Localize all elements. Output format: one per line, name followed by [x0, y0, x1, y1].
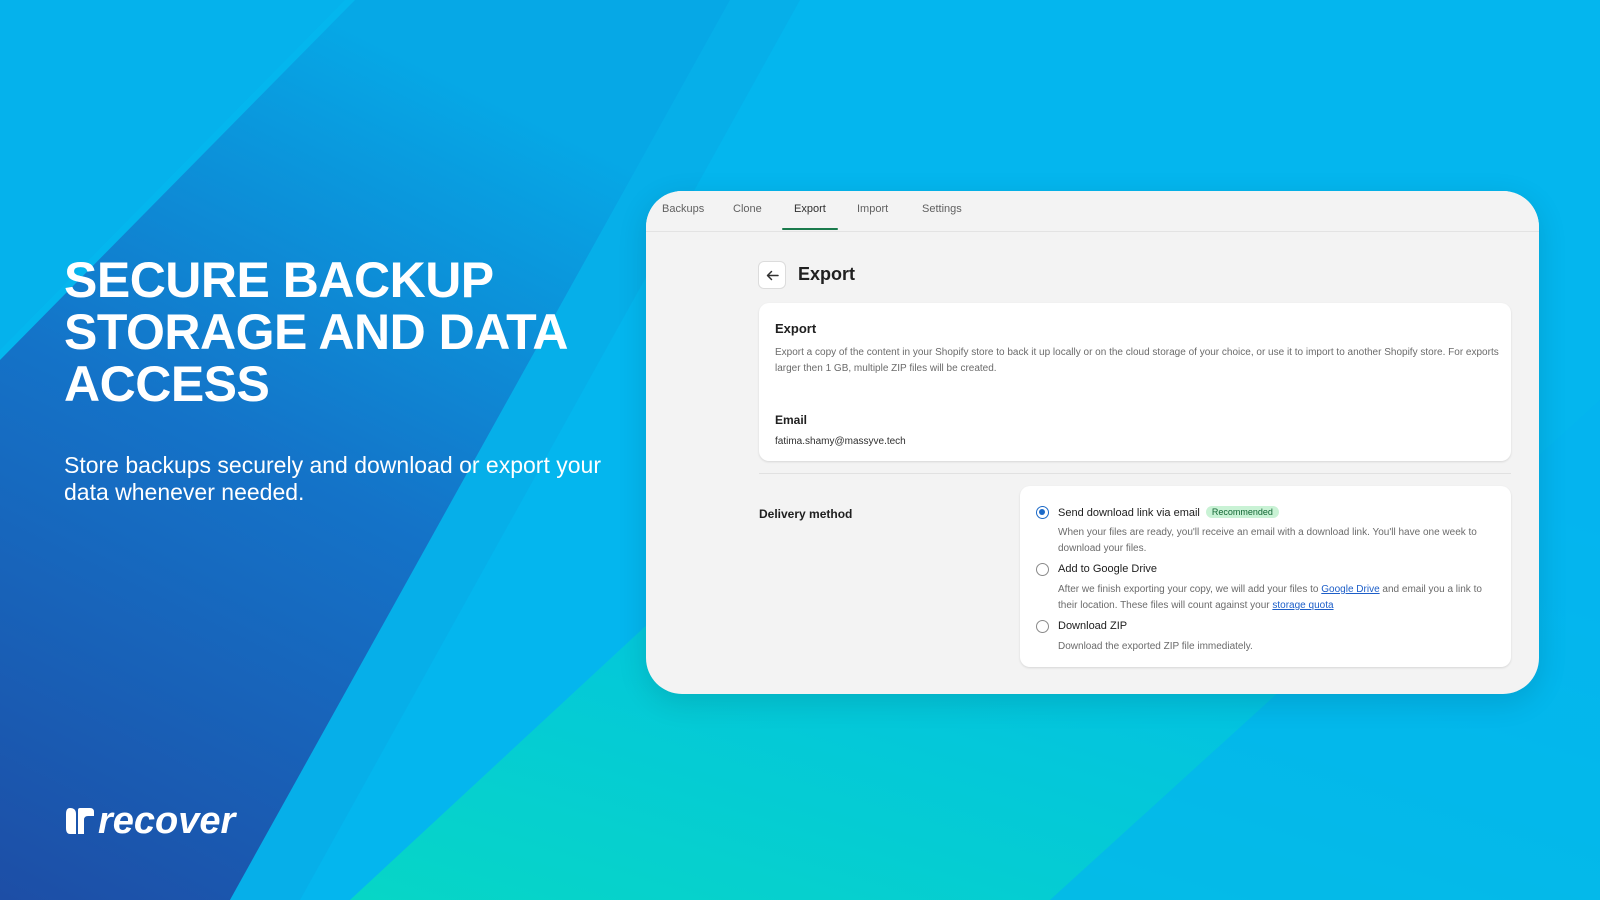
export-card-title: Export — [775, 321, 817, 336]
radio-google-drive[interactable] — [1036, 563, 1049, 576]
email-label: Email — [775, 413, 808, 427]
option-email-link-label: Send download link via email — [1058, 507, 1200, 519]
email-value: fatima.shamy@massyve.tech — [775, 436, 906, 447]
back-button[interactable] — [758, 261, 786, 289]
tab-backups[interactable]: Backups — [662, 203, 704, 215]
tab-export[interactable]: Export — [794, 203, 826, 215]
recommended-badge: Recommended — [1205, 506, 1279, 518]
option-download-zip-label: Download ZIP — [1058, 620, 1128, 632]
option-email-link-description: When your files are ready, you'll receiv… — [1058, 527, 1477, 554]
arrow-left-icon — [766, 270, 779, 281]
option-google-drive-label: Add to Google Drive — [1058, 563, 1158, 575]
section-divider — [759, 473, 1511, 474]
radio-email-link[interactable] — [1036, 506, 1049, 519]
description-text: After we finish exporting your copy, we … — [1058, 584, 1322, 595]
export-card: Export Export a copy of the content in y… — [759, 303, 1511, 461]
option-google-drive-description: After we finish exporting your copy, we … — [1058, 582, 1490, 614]
storage-quota-link[interactable]: storage quota — [1272, 600, 1333, 611]
option-download-zip-description: Download the exported ZIP file immediate… — [1058, 641, 1253, 652]
radio-download-zip[interactable] — [1036, 620, 1049, 633]
tab-bar: Backups Clone Export Import Settings — [646, 191, 1539, 232]
hero-subtitle: Store backups securely and download or e… — [64, 452, 601, 505]
tab-clone[interactable]: Clone — [733, 203, 762, 215]
hero-title-line: ACCESS — [64, 356, 270, 412]
hero-section: SECURE BACKUP STORAGE AND DATA ACCESS St… — [64, 254, 604, 506]
recover-logo: recover — [66, 800, 238, 842]
active-tab-indicator — [782, 228, 838, 230]
hero-title-line: SECURE BACKUP — [64, 252, 494, 308]
tab-import[interactable]: Import — [857, 203, 888, 215]
page-title: Export — [798, 264, 856, 284]
export-card-description: Export a copy of the content in your Sho… — [775, 347, 1499, 374]
recover-mark-icon — [66, 808, 94, 834]
delivery-options-card: Send download link via email Recommended … — [1020, 486, 1511, 667]
delivery-method-label: Delivery method — [759, 507, 853, 521]
tab-settings[interactable]: Settings — [922, 203, 962, 215]
logo-text: recover — [98, 800, 238, 842]
google-drive-link[interactable]: Google Drive — [1321, 584, 1379, 595]
hero-title: SECURE BACKUP STORAGE AND DATA ACCESS — [64, 254, 604, 410]
hero-title-line: STORAGE AND DATA — [64, 304, 569, 360]
app-window: Backups Clone Export Import Settings Exp… — [646, 191, 1539, 694]
